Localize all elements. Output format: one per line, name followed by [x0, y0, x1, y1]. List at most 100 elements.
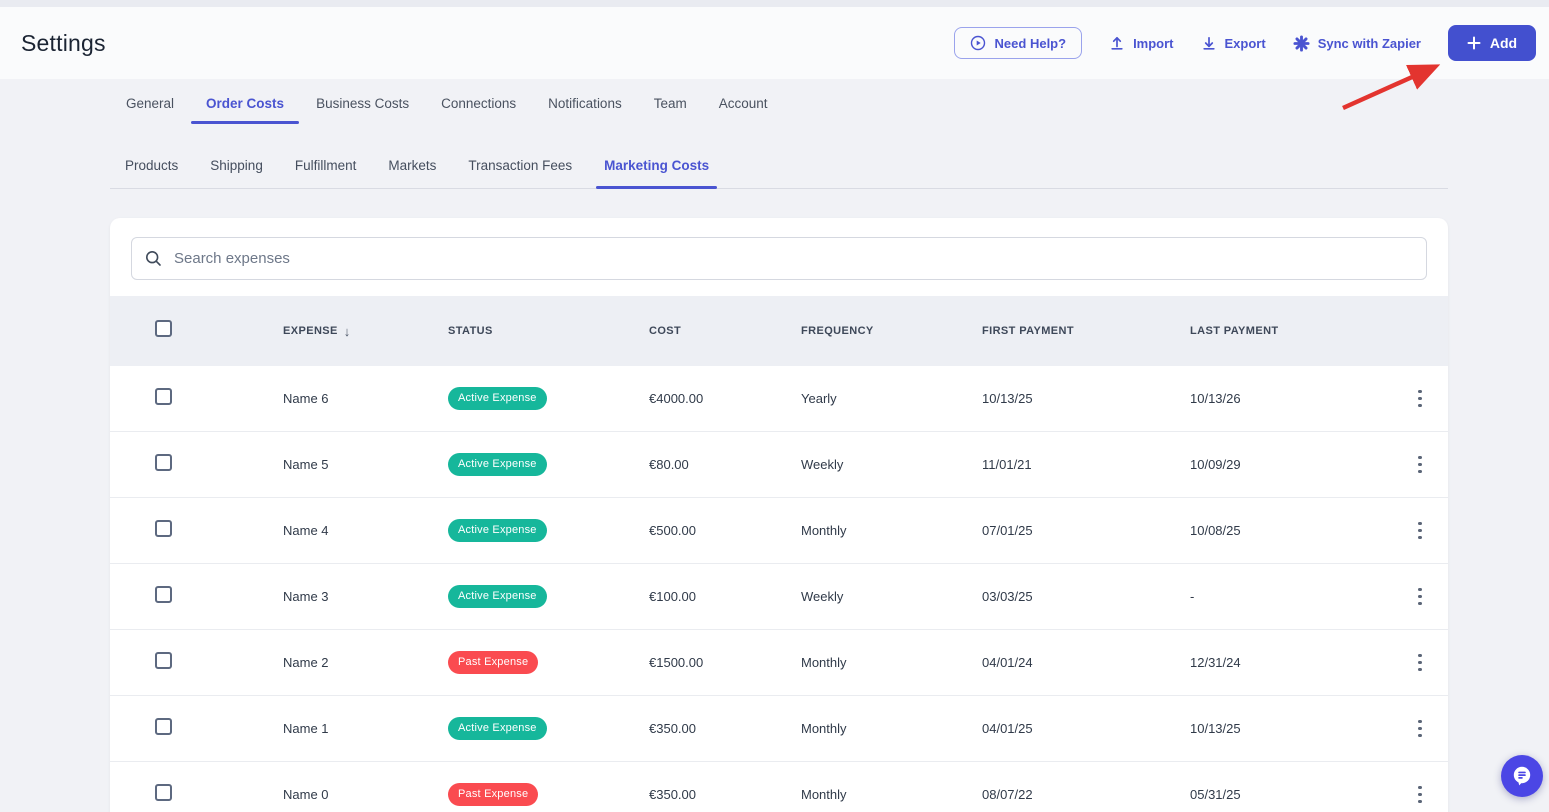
- table-row: Name 4 Active Expense €500.00 Monthly 07…: [110, 498, 1448, 564]
- app-header: Settings Need Help? Import Export Sync w…: [0, 7, 1549, 79]
- kebab-menu-icon[interactable]: [1413, 383, 1426, 413]
- add-button[interactable]: Add: [1448, 25, 1536, 61]
- export-label: Export: [1224, 35, 1266, 51]
- row-checkbox[interactable]: [155, 585, 172, 603]
- row-checkbox[interactable]: [155, 651, 172, 669]
- chat-bubble-icon: [1513, 766, 1531, 786]
- column-header-status[interactable]: Status: [448, 325, 649, 337]
- play-circle-icon: [970, 35, 985, 51]
- tab-general[interactable]: General: [111, 89, 189, 124]
- frequency-value: Monthly: [801, 787, 847, 802]
- tab-notifications[interactable]: Notifications: [533, 89, 637, 124]
- expenses-card: Expense ↓ Status Cost Frequency First Pa…: [110, 218, 1448, 812]
- header-actions: Need Help? Import Export Sync with Zapie…: [953, 25, 1536, 61]
- status-badge: Past Expense: [448, 783, 539, 806]
- arrow-down-icon: ↓: [343, 323, 351, 339]
- first-payment-value: 04/01/24: [982, 655, 1033, 670]
- tab-business-costs[interactable]: Business Costs: [301, 89, 424, 124]
- last-payment-value: 05/31/25: [1190, 787, 1241, 802]
- kebab-menu-icon[interactable]: [1413, 449, 1426, 479]
- frequency-value: Monthly: [801, 721, 847, 736]
- table-row: Name 2 Past Expense €1500.00 Monthly 04/…: [110, 630, 1448, 696]
- status-badge: Active Expense: [448, 717, 547, 740]
- kebab-menu-icon[interactable]: [1413, 779, 1426, 809]
- frequency-value: Yearly: [801, 391, 837, 406]
- tab-order-costs[interactable]: Order Costs: [191, 89, 300, 124]
- select-all-checkbox[interactable]: [155, 320, 172, 337]
- status-badge: Past Expense: [448, 651, 539, 674]
- kebab-menu-icon[interactable]: [1413, 581, 1426, 611]
- subtab-products[interactable]: Products: [117, 148, 186, 188]
- subtab-markets[interactable]: Markets: [380, 148, 444, 188]
- row-checkbox[interactable]: [155, 387, 172, 405]
- table-row: Name 3 Active Expense €100.00 Weekly 03/…: [110, 564, 1448, 630]
- first-payment-value: 04/01/25: [982, 721, 1033, 736]
- download-icon: [1202, 36, 1215, 50]
- order-costs-subtabs: Products Shipping Fulfillment Markets Tr…: [110, 148, 1448, 189]
- kebab-menu-icon[interactable]: [1413, 647, 1426, 677]
- tab-connections[interactable]: Connections: [426, 89, 531, 124]
- expense-name: Name 5: [283, 457, 329, 472]
- kebab-menu-icon[interactable]: [1413, 515, 1426, 545]
- table-body: Name 6 Active Expense €4000.00 Yearly 10…: [110, 366, 1448, 812]
- last-payment-value: 10/13/25: [1190, 721, 1241, 736]
- first-payment-value: 03/03/25: [982, 589, 1033, 604]
- cost-value: €500.00: [649, 523, 696, 538]
- column-header-first-payment[interactable]: First Payment: [982, 325, 1190, 337]
- page-title: Settings: [21, 29, 106, 56]
- import-label: Import: [1133, 35, 1174, 51]
- sync-with-zapier-label: Sync with Zapier: [1317, 35, 1421, 51]
- cost-value: €100.00: [649, 589, 696, 604]
- column-header-expense[interactable]: Expense ↓: [283, 324, 448, 339]
- column-header-last-payment[interactable]: Last Payment: [1190, 325, 1392, 337]
- last-payment-value: -: [1190, 589, 1195, 604]
- tab-team[interactable]: Team: [639, 89, 702, 124]
- last-payment-value: 12/31/24: [1190, 655, 1241, 670]
- subtab-marketing-costs[interactable]: Marketing Costs: [596, 148, 718, 189]
- expense-name: Name 1: [283, 721, 329, 736]
- need-help-button[interactable]: Need Help?: [953, 27, 1083, 59]
- status-badge: Active Expense: [448, 453, 547, 476]
- status-badge: Active Expense: [448, 585, 547, 608]
- last-payment-value: 10/13/26: [1190, 391, 1241, 406]
- row-checkbox[interactable]: [155, 783, 172, 801]
- upload-icon: [1111, 36, 1123, 50]
- cost-value: €350.00: [649, 787, 696, 802]
- tab-account[interactable]: Account: [704, 89, 783, 124]
- table-header: Expense ↓ Status Cost Frequency First Pa…: [110, 296, 1448, 366]
- expense-name: Name 0: [283, 787, 329, 802]
- first-payment-value: 11/01/21: [982, 457, 1032, 472]
- first-payment-value: 10/13/25: [982, 391, 1033, 406]
- status-badge: Active Expense: [448, 387, 547, 410]
- column-header-cost[interactable]: Cost: [649, 325, 801, 337]
- table-row: Name 1 Active Expense €350.00 Monthly 04…: [110, 696, 1448, 762]
- row-checkbox[interactable]: [155, 453, 172, 471]
- kebab-menu-icon[interactable]: [1413, 713, 1426, 743]
- column-header-frequency[interactable]: Frequency: [801, 325, 982, 337]
- cost-value: €350.00: [649, 721, 696, 736]
- frequency-value: Monthly: [801, 655, 847, 670]
- export-button[interactable]: Export: [1201, 35, 1266, 51]
- subtab-transaction-fees[interactable]: Transaction Fees: [460, 148, 580, 188]
- cost-value: €1500.00: [649, 655, 704, 670]
- expense-name: Name 2: [283, 655, 329, 670]
- table-row: Name 0 Past Expense €350.00 Monthly 08/0…: [110, 762, 1448, 812]
- sync-with-zapier-button[interactable]: Sync with Zapier: [1293, 34, 1421, 52]
- status-badge: Active Expense: [448, 519, 547, 542]
- subtab-fulfillment[interactable]: Fulfillment: [287, 148, 365, 188]
- row-checkbox[interactable]: [155, 717, 172, 735]
- import-button[interactable]: Import: [1109, 35, 1174, 51]
- table-row: Name 5 Active Expense €80.00 Weekly 11/0…: [110, 432, 1448, 498]
- frequency-value: Monthly: [801, 523, 847, 538]
- frequency-value: Weekly: [801, 457, 844, 472]
- chat-widget-button[interactable]: [1501, 755, 1543, 797]
- subtab-shipping[interactable]: Shipping: [202, 148, 271, 188]
- row-checkbox[interactable]: [155, 519, 172, 537]
- last-payment-value: 10/09/29: [1190, 457, 1241, 472]
- add-label: Add: [1489, 35, 1518, 51]
- settings-tabs: General Order Costs Business Costs Conne…: [111, 89, 1549, 124]
- first-payment-value: 08/07/22: [982, 787, 1033, 802]
- search-input[interactable]: [131, 237, 1427, 280]
- cost-value: €4000.00: [649, 391, 704, 406]
- table-row: Name 6 Active Expense €4000.00 Yearly 10…: [110, 366, 1448, 432]
